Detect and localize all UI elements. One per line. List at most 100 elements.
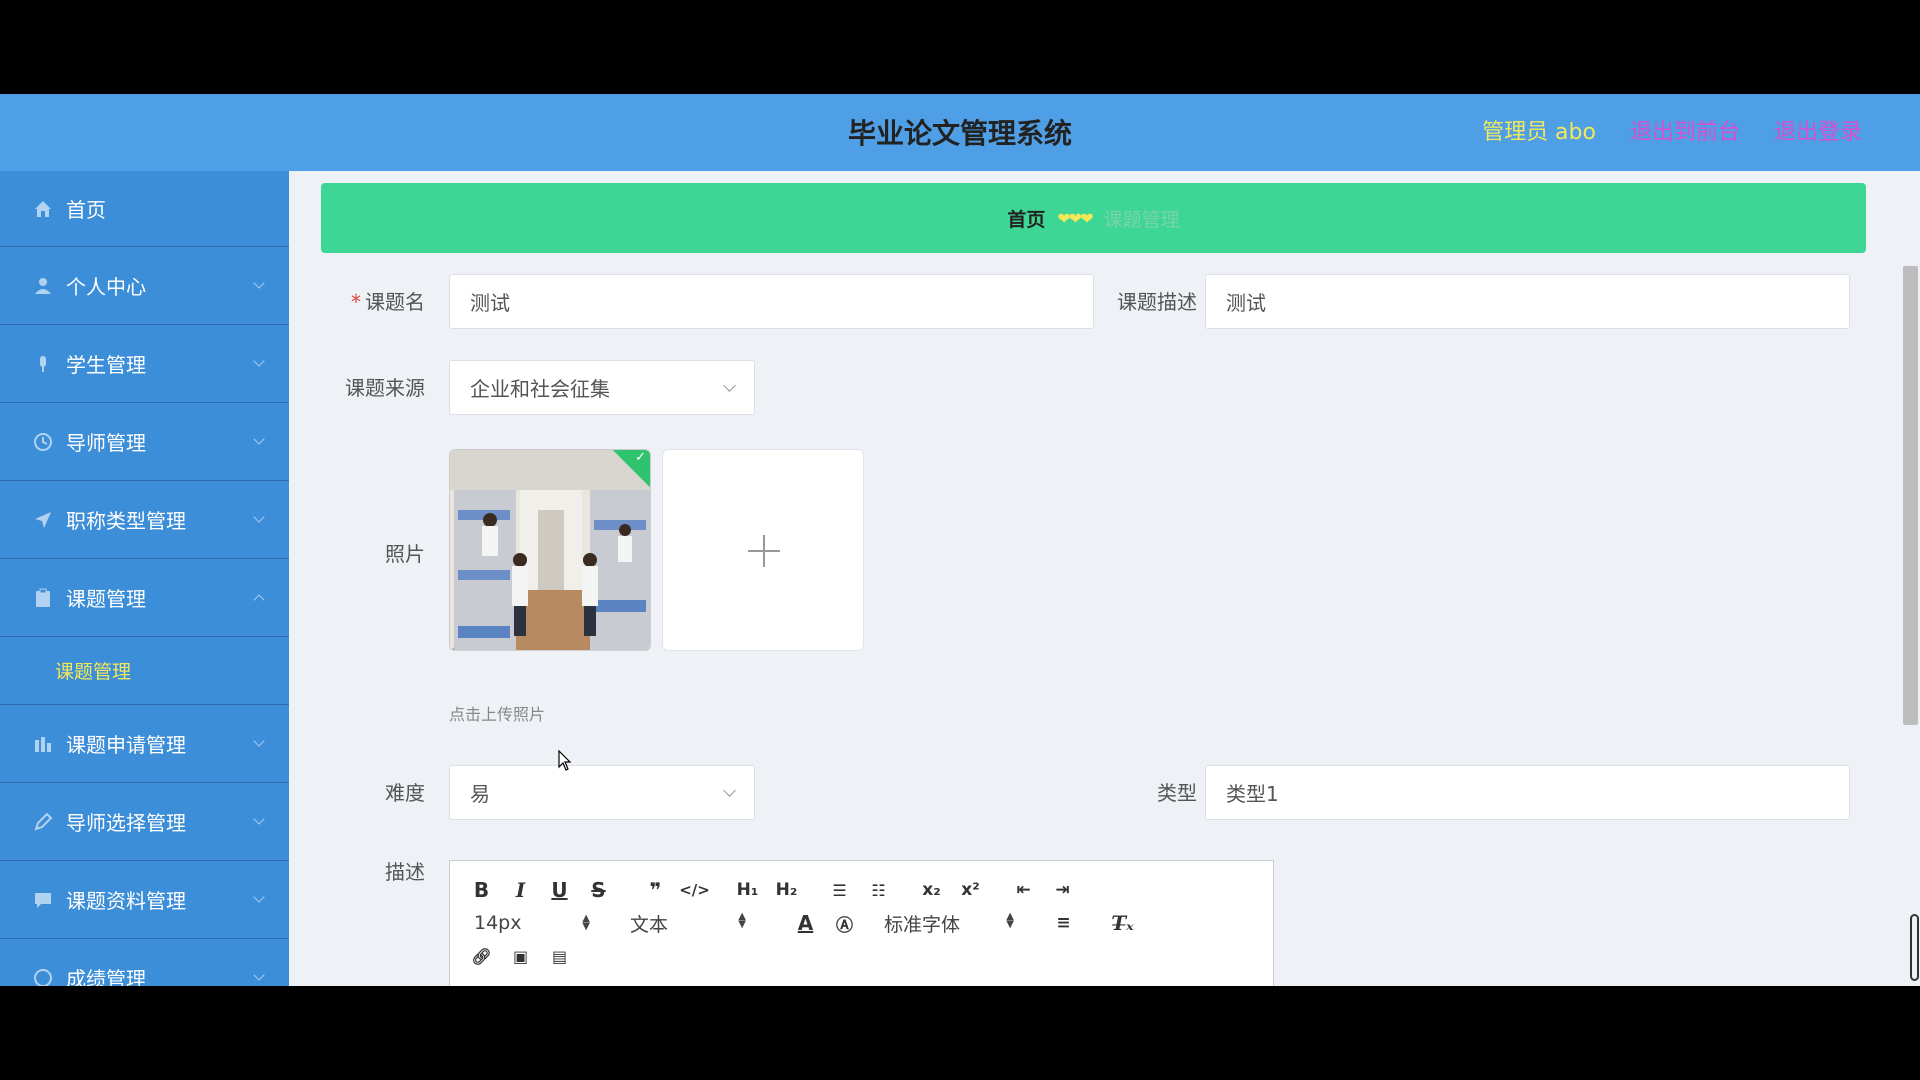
outdent-icon[interactable]: ⇤	[1004, 875, 1043, 905]
image-icon[interactable]: ▣	[501, 941, 540, 971]
heading-1-icon[interactable]: H₁	[728, 875, 767, 905]
user-icon	[32, 275, 54, 297]
code-icon[interactable]: </>	[675, 875, 714, 905]
clipboard-icon	[32, 587, 54, 609]
chevron-down-icon	[723, 784, 736, 797]
editor-toolbar-row-1: B I U S ❞ </> H₁ H₂ ☰ ☷ x₂ x² ⇤ ⇥	[462, 875, 1082, 905]
topic-source-label: 课题来源	[345, 376, 425, 400]
subscript-icon[interactable]: x₂	[912, 875, 951, 905]
sidebar-subitem-topics[interactable]: 课题管理	[0, 637, 289, 705]
main-content: 首页 ❤❤❤ 课题管理 * 课题名 测试 课题描述 测试 课题来源 企业和社会征集…	[289, 171, 1901, 986]
editor-toolbar-row-3: 🔗︎ ▣ ▤	[462, 941, 579, 971]
font-size-select[interactable]: 14px ▲ ▼	[474, 912, 590, 934]
breadcrumb-home[interactable]: 首页	[1007, 205, 1045, 232]
breadcrumb-current: 课题管理	[1103, 208, 1180, 231]
topic-form: * 课题名 测试 课题描述 测试 课题来源 企业和社会征集 照片 ✓ 点击上传照…	[321, 261, 1866, 986]
difficulty-label: 难度	[385, 781, 425, 805]
breadcrumb: 首页 ❤❤❤ 课题管理	[321, 183, 1866, 253]
sidebar-item-label: 首页	[66, 198, 106, 222]
chevron-down-icon	[253, 969, 265, 981]
top-links: 管理员 abo 退出到前台 退出登录	[1482, 114, 1862, 146]
sidebar: 首页 个人中心 学生管理 导师管理 职称类型管理 课题管理 课题管理 课题申请管…	[0, 171, 289, 986]
updown-icon: ▲ ▼	[738, 910, 746, 930]
uploaded-photo[interactable]: ✓	[449, 449, 651, 651]
topic-name-input[interactable]: 测试	[449, 274, 1094, 329]
topic-source-select[interactable]: 企业和社会征集	[449, 360, 755, 415]
circle-icon	[32, 967, 54, 986]
sidebar-item-label: 导师选择管理	[66, 811, 186, 835]
hearts-separator-icon: ❤❤❤	[1057, 208, 1093, 228]
text-style-select[interactable]: 文本 ▲ ▼	[630, 910, 746, 937]
sidebar-item-home[interactable]: 首页	[0, 171, 289, 247]
type-label: 类型	[1157, 781, 1197, 805]
indent-icon[interactable]: ⇥	[1043, 875, 1082, 905]
difficulty-value: 易	[470, 782, 490, 806]
sidebar-item-tutor-selection[interactable]: 导师选择管理	[0, 783, 289, 861]
sidebar-item-tutors[interactable]: 导师管理	[0, 403, 289, 481]
topic-source-value: 企业和社会征集	[470, 377, 610, 401]
sidebar-item-topic-applications[interactable]: 课题申请管理	[0, 705, 289, 783]
sidebar-item-topics[interactable]: 课题管理	[0, 559, 289, 637]
upload-hint: 点击上传照片	[449, 705, 546, 724]
sidebar-item-students[interactable]: 学生管理	[0, 325, 289, 403]
chevron-down-icon	[723, 379, 736, 392]
mouse-cursor-icon	[558, 750, 572, 771]
background-color-icon[interactable]: Ⓐ	[825, 908, 864, 938]
video-icon[interactable]: ▤	[540, 941, 579, 971]
chevron-down-icon	[253, 277, 265, 289]
sidebar-item-label: 职称类型管理	[66, 509, 186, 533]
logout-link[interactable]: 退出登录	[1774, 114, 1862, 146]
send-icon	[32, 509, 54, 531]
font-family-select[interactable]: 标准字体 ▲ ▼	[884, 910, 1014, 937]
sidebar-item-label: 成绩管理	[66, 967, 146, 986]
font-size-value: 14px	[474, 912, 522, 934]
description-label: 描述	[385, 860, 425, 884]
app-window: 毕业论文管理系统 管理员 abo 退出到前台 退出登录 首页 个人中心 学生管理…	[0, 94, 1920, 986]
exit-to-front-link[interactable]: 退出到前台	[1630, 114, 1740, 146]
scrollbar-thumb[interactable]	[1903, 266, 1918, 725]
top-bar: 毕业论文管理系统 管理员 abo 退出到前台 退出登录	[0, 94, 1920, 171]
chat-icon	[32, 889, 54, 911]
sidebar-item-label: 课题申请管理	[66, 733, 186, 757]
check-icon: ✓	[635, 450, 646, 465]
superscript-icon[interactable]: x²	[951, 875, 990, 905]
align-icon[interactable]: ≡	[1044, 908, 1083, 938]
chevron-down-icon	[253, 735, 265, 747]
sidebar-item-label: 导师管理	[66, 431, 146, 455]
link-icon[interactable]: 🔗︎	[462, 941, 501, 971]
bullet-list-icon[interactable]: ☷	[859, 875, 898, 905]
page-scrollbar[interactable]	[1901, 171, 1920, 986]
underline-icon[interactable]: U	[540, 875, 579, 905]
blockquote-icon[interactable]: ❞	[636, 875, 675, 905]
topic-name-label: * 课题名	[351, 290, 425, 314]
italic-icon[interactable]: I	[501, 875, 540, 905]
strikethrough-icon[interactable]: S	[579, 875, 618, 905]
text-style-value: 文本	[630, 913, 669, 936]
topic-desc-input[interactable]: 测试	[1205, 274, 1850, 329]
type-input[interactable]: 类型1	[1205, 765, 1850, 820]
home-icon	[32, 198, 54, 220]
chevron-down-icon	[253, 511, 265, 523]
current-user: 管理员 abo	[1482, 120, 1596, 145]
editor-toolbar-row-2: 14px ▲ ▼ 文本 ▲ ▼ A Ⓐ 标准字体 ▲ ▼ ≡ T̶ₓ	[474, 908, 1142, 938]
sidebar-item-grades[interactable]: 成绩管理	[0, 939, 289, 986]
sidebar-item-topic-materials[interactable]: 课题资料管理	[0, 861, 289, 939]
mic-icon	[32, 353, 54, 375]
upload-photo-button[interactable]	[662, 449, 864, 651]
clock-icon	[32, 431, 54, 453]
chart-icon	[32, 733, 54, 755]
chevron-up-icon	[253, 594, 265, 606]
rich-text-editor[interactable]: B I U S ❞ </> H₁ H₂ ☰ ☷ x₂ x² ⇤ ⇥ 14px ▲…	[449, 860, 1274, 986]
scroll-indicator	[1910, 914, 1919, 981]
sidebar-item-personal-center[interactable]: 个人中心	[0, 247, 289, 325]
ordered-list-icon[interactable]: ☰	[820, 875, 859, 905]
heading-2-icon[interactable]: H₂	[767, 875, 806, 905]
sidebar-item-title-types[interactable]: 职称类型管理	[0, 481, 289, 559]
updown-icon: ▲ ▼	[582, 913, 590, 932]
chevron-down-icon	[253, 433, 265, 445]
clear-format-icon[interactable]: T̶ₓ	[1103, 908, 1142, 938]
difficulty-select[interactable]: 易	[449, 765, 755, 820]
font-color-icon[interactable]: A	[786, 908, 825, 938]
sidebar-item-label: 课题资料管理	[66, 889, 186, 913]
bold-icon[interactable]: B	[462, 875, 501, 905]
